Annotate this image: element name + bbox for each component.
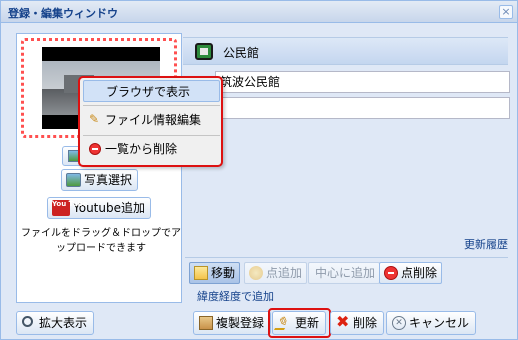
secondary-field[interactable]	[215, 97, 510, 119]
add-point-button[interactable]: 点追加	[244, 262, 308, 284]
delete-button[interactable]: ✖ 削除	[330, 311, 385, 335]
place-header: 公民館	[183, 37, 508, 65]
detail-panel: 公民館 名称 筑波公民館 更新履歴 移動 点追加 中心に追加 点削除 緯度経度で…	[183, 33, 510, 303]
latlng-add-link[interactable]: 緯度経度で追加	[197, 288, 274, 304]
move-button[interactable]: 移動	[189, 262, 241, 284]
menu-item-edit-file-info[interactable]: ✎ ファイル情報編集	[83, 109, 220, 131]
add-center-label: 中心に追加	[315, 266, 376, 280]
context-menu: ブラウザで表示 ✎ ファイル情報編集 一覧から削除	[78, 76, 223, 167]
add-point-label: 点追加	[266, 266, 303, 280]
history-link[interactable]: 更新履歴	[464, 236, 508, 252]
delete-point-button[interactable]: 点削除	[379, 262, 443, 284]
menu-item-remove-from-list[interactable]: 一覧から削除	[83, 138, 220, 160]
window-titlebar[interactable]: 登録・編集ウィンドウ ×	[1, 1, 517, 23]
upload-hint: ファイルをドラッグ＆ドロップでアップロードできます	[21, 228, 181, 254]
building-icon	[195, 43, 213, 60]
duplicate-button[interactable]: 複製登録	[193, 311, 272, 335]
photo-select-label: 写真選択	[84, 173, 133, 187]
cancel-button[interactable]: ✕ キャンセル	[386, 311, 477, 335]
close-button[interactable]: ×	[499, 5, 513, 19]
media-panel: ☝ 写真選択 You Tube Youtube追加 ファイルをドラッグ＆ドロップ…	[16, 33, 182, 303]
name-field[interactable]: 筑波公民館	[215, 71, 510, 93]
menu-separator	[83, 135, 220, 136]
update-highlight	[268, 308, 331, 338]
menu-item-browser-view[interactable]: ブラウザで表示	[83, 80, 220, 102]
minus-circle-icon	[384, 266, 398, 280]
photo-icon	[66, 173, 81, 187]
magnifier-icon	[22, 316, 33, 327]
delete-label: 削除	[353, 316, 378, 330]
menu-item-label: ブラウザで表示	[106, 85, 191, 99]
zoom-button[interactable]: 拡大表示	[16, 311, 95, 335]
edit-window: 登録・編集ウィンドウ × ☝ 写真選択 You Tube Youtube追加 フ…	[0, 0, 518, 340]
duplicate-icon	[199, 316, 213, 330]
youtube-add-button[interactable]: You Tube Youtube追加	[47, 197, 151, 219]
add-point-icon	[249, 266, 263, 280]
menu-item-label: 一覧から削除	[105, 142, 178, 156]
delete-x-icon: ✖	[336, 312, 350, 331]
minus-circle-icon	[89, 143, 101, 155]
delete-point-label: 点削除	[401, 266, 438, 280]
zoom-label: 拡大表示	[39, 316, 88, 330]
add-center-button[interactable]: 中心に追加	[308, 262, 381, 284]
map-toolbar: 移動 点追加 中心に追加 点削除 緯度経度で追加	[185, 257, 508, 303]
photo-select-button[interactable]: 写真選択	[61, 169, 139, 191]
move-label: 移動	[211, 266, 236, 280]
place-name: 公民館	[223, 46, 260, 60]
cancel-label: キャンセル	[409, 316, 470, 330]
window-title: 登録・編集ウィンドウ	[8, 7, 118, 20]
cancel-icon: ✕	[392, 316, 406, 330]
menu-item-label: ファイル情報編集	[105, 113, 202, 127]
pencil-icon: ✎	[89, 112, 100, 126]
move-icon	[194, 266, 208, 280]
youtube-icon: You Tube	[52, 200, 87, 216]
duplicate-label: 複製登録	[216, 316, 265, 330]
menu-separator	[83, 105, 220, 106]
